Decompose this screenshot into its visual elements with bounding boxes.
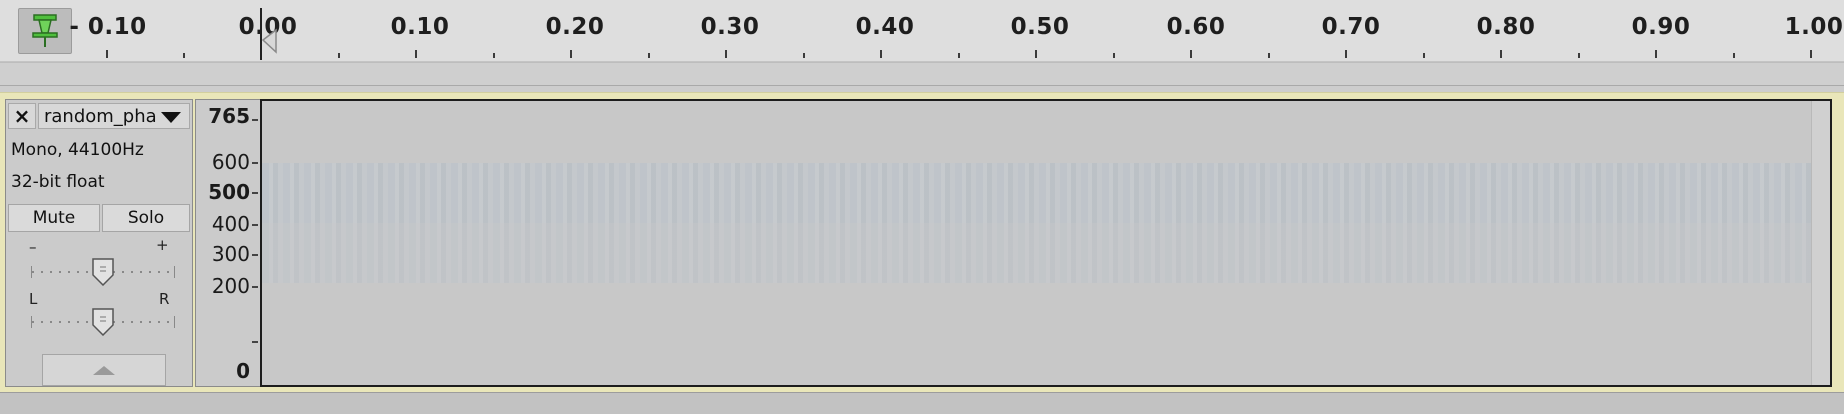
ruler-tick xyxy=(1345,50,1347,58)
pan-left-label: L xyxy=(29,290,38,308)
vruler-label: 400 xyxy=(211,212,250,236)
vruler-label: 765 xyxy=(208,104,250,128)
ruler-tick xyxy=(493,53,495,58)
track-control-panel: × random_pha Mono, 44100Hz 32-bit float … xyxy=(5,99,193,387)
ruler-band xyxy=(0,62,1844,86)
vruler-label: 200 xyxy=(211,274,250,298)
tick-label: 0.90 xyxy=(1631,14,1691,40)
spectrogram-display[interactable] xyxy=(260,99,1832,387)
tick-label: 0.10 xyxy=(390,14,450,40)
ruler-tick xyxy=(1190,50,1192,58)
ruler-tick xyxy=(1423,53,1425,58)
vruler-tick xyxy=(252,119,258,121)
collapse-arrow-icon xyxy=(93,365,115,375)
vruler-tick xyxy=(252,254,258,256)
tick-label: 1.00 xyxy=(1784,14,1844,40)
collapse-track-button[interactable] xyxy=(42,354,166,386)
vruler-label: 300 xyxy=(211,242,250,266)
tracks-bottom-area xyxy=(0,392,1844,414)
solo-button[interactable]: Solo xyxy=(102,204,190,232)
tick-label: 0.60 xyxy=(1166,14,1226,40)
ruler-tick xyxy=(1578,53,1580,58)
vruler-tick xyxy=(252,224,258,226)
ruler-tick xyxy=(1500,50,1502,58)
ruler-tick xyxy=(958,53,960,58)
pan-slider-thumb[interactable] xyxy=(92,308,114,336)
spectrogram-band xyxy=(262,163,1811,223)
tick-label: 0.70 xyxy=(1321,14,1381,40)
timeline-ruler[interactable]: - 0.10 0.00 0.10 0.20 0.30 0.40 0.50 0.6… xyxy=(0,0,1844,62)
vruler-label: 500 xyxy=(208,180,250,204)
ruler-tick xyxy=(183,53,185,58)
ruler-tick xyxy=(648,53,650,58)
play-region-marker-icon[interactable] xyxy=(262,26,278,56)
vruler-tick xyxy=(252,162,258,164)
track-channels-info: Mono, 44100Hz xyxy=(11,140,144,160)
vruler-label: 600 xyxy=(211,150,250,174)
ruler-tick xyxy=(803,53,805,58)
mute-button[interactable]: Mute xyxy=(8,204,100,232)
ruler-tick xyxy=(1733,53,1735,58)
gain-slider-thumb[interactable] xyxy=(92,258,114,286)
vruler-label: 0 xyxy=(236,359,250,383)
ruler-tick xyxy=(338,53,340,58)
spectrogram-band xyxy=(262,223,1811,283)
vertical-ruler[interactable]: 765 600 500 400 300 200 0 xyxy=(195,99,260,387)
track-name: random_pha xyxy=(44,105,157,127)
pin-icon xyxy=(32,14,58,47)
track-end-gutter xyxy=(1811,101,1830,385)
vruler-tick xyxy=(252,192,258,194)
track-name-menu-button[interactable]: random_pha xyxy=(38,103,190,129)
audio-track[interactable]: × random_pha Mono, 44100Hz 32-bit float … xyxy=(0,92,1844,392)
tick-label: 0.30 xyxy=(700,14,760,40)
gain-plus-label: + xyxy=(156,236,169,254)
ruler-tick xyxy=(1035,50,1037,58)
ruler-tick xyxy=(1113,53,1115,58)
tick-label: 0.40 xyxy=(855,14,915,40)
ruler-tick xyxy=(725,50,727,58)
vruler-tick xyxy=(252,286,258,288)
ruler-tick xyxy=(570,50,572,58)
ruler-tick xyxy=(1268,53,1270,58)
ruler-tick xyxy=(1810,50,1812,58)
tick-label: 0.50 xyxy=(1010,14,1070,40)
ruler-tick xyxy=(880,50,882,58)
tick-label: - 0.10 xyxy=(69,14,147,40)
ruler-tick xyxy=(1655,50,1657,58)
track-format-info: 32-bit float xyxy=(11,172,105,192)
gain-minus-label: – xyxy=(29,238,37,256)
vruler-tick xyxy=(252,341,258,343)
pan-right-label: R xyxy=(159,290,170,308)
ruler-tick xyxy=(415,50,417,58)
close-track-button[interactable]: × xyxy=(8,103,36,129)
ruler-tick xyxy=(106,50,108,58)
tick-label: 0.80 xyxy=(1476,14,1536,40)
tick-label: 0.20 xyxy=(545,14,605,40)
dropdown-arrow-icon xyxy=(161,112,181,123)
pin-head-button[interactable] xyxy=(18,8,72,54)
